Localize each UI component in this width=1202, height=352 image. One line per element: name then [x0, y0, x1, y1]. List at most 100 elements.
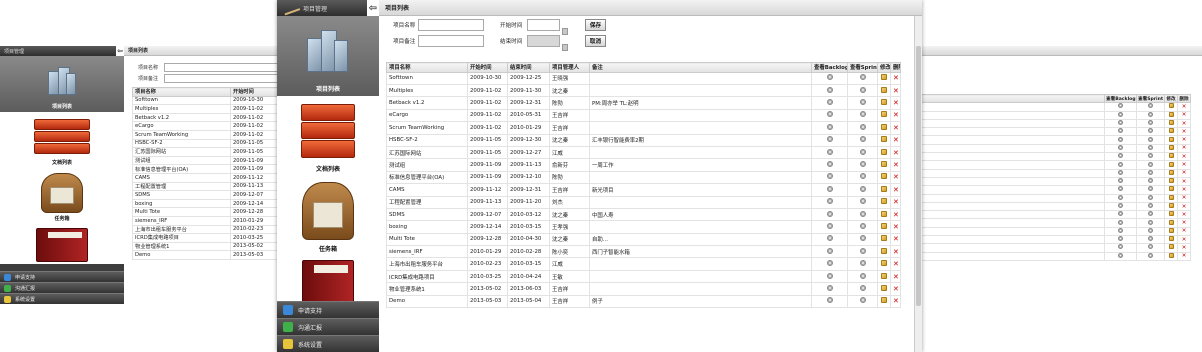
module-task-box[interactable]: 任务箱 — [0, 168, 124, 224]
view-backlog-icon[interactable] — [826, 284, 833, 291]
delete-icon[interactable]: ✕ — [1182, 195, 1187, 201]
view-sprint-icon[interactable] — [859, 111, 866, 118]
project-note-input[interactable] — [164, 74, 287, 83]
table-row[interactable]: ✕ — [918, 243, 1191, 253]
table-row[interactable]: Scrum TeamWorking 2009-11-02 — [132, 129, 283, 140]
view-sprint-icon[interactable] — [859, 161, 866, 168]
column-header[interactable]: 删除 — [1177, 93, 1191, 104]
table-row[interactable]: 标准信息管理平台(OA) 2009-11-09 — [132, 164, 283, 174]
table-row[interactable]: Softtown 2009-10-30 — [132, 95, 283, 106]
view-sprint-icon[interactable] — [1148, 244, 1153, 250]
view-sprint-icon[interactable] — [859, 284, 866, 291]
delete-icon[interactable]: ✕ — [893, 297, 899, 305]
edit-icon[interactable] — [881, 99, 887, 106]
module-project-list[interactable]: 项目列表 — [277, 16, 379, 96]
table-row[interactable]: ✕ — [918, 118, 1191, 129]
table-row[interactable]: Multi Tote 2009-12-28 2010-04-30 沈之秦 自助... ✕ — [386, 232, 901, 247]
view-backlog-icon[interactable] — [826, 111, 833, 118]
nav-support[interactable]: 申请支持 — [277, 301, 379, 318]
table-row[interactable]: siemens_IRF 2010-01-29 2010-02-28 陈小奕 西门子智能水… — [386, 245, 901, 259]
delete-icon[interactable]: ✕ — [1182, 237, 1187, 243]
scroll-thumb[interactable] — [916, 46, 921, 306]
view-sprint-icon[interactable] — [859, 235, 866, 242]
delete-icon[interactable]: ✕ — [893, 273, 899, 281]
delete-icon[interactable]: ✕ — [1182, 112, 1187, 118]
delete-icon[interactable]: ✕ — [893, 161, 899, 169]
table-row[interactable]: HSBC-SF-2 2009-11-05 — [132, 138, 283, 149]
table-row[interactable]: Softtown 2009-10-30 2009-12-25 王晓强 ✕ — [386, 71, 901, 86]
view-sprint-icon[interactable] — [1148, 170, 1153, 175]
edit-icon[interactable] — [881, 272, 887, 279]
view-backlog-icon[interactable] — [826, 74, 833, 81]
table-row[interactable]: ✕ — [918, 218, 1191, 228]
column-header[interactable]: 查看Backlog — [811, 62, 848, 73]
delete-icon[interactable]: ✕ — [1182, 137, 1187, 143]
table-row[interactable]: ✕ — [918, 226, 1191, 237]
view-backlog-icon[interactable] — [826, 210, 833, 217]
delete-icon[interactable]: ✕ — [1182, 204, 1187, 210]
delete-icon[interactable]: ✕ — [893, 198, 899, 206]
edit-icon[interactable] — [1168, 203, 1174, 208]
table-row[interactable]: 汇苏国际网站 2009-11-05 — [132, 147, 283, 157]
view-backlog-icon[interactable] — [1118, 145, 1123, 150]
delete-icon[interactable]: ✕ — [893, 149, 899, 157]
delete-icon[interactable]: ✕ — [893, 173, 899, 181]
view-sprint-icon[interactable] — [859, 173, 866, 180]
delete-icon[interactable]: ✕ — [1182, 145, 1187, 151]
view-backlog-icon[interactable] — [826, 161, 833, 168]
view-backlog-icon[interactable] — [1118, 203, 1123, 208]
view-backlog-icon[interactable] — [1118, 236, 1123, 242]
table-row[interactable]: ✕ — [918, 110, 1191, 120]
nav-support[interactable]: 申请支持 — [0, 271, 124, 282]
table-row[interactable]: ✕ — [918, 143, 1191, 154]
edit-icon[interactable] — [881, 173, 887, 180]
delete-icon[interactable]: ✕ — [1182, 170, 1187, 176]
nav-report[interactable]: 沟通汇报 — [277, 318, 379, 335]
edit-icon[interactable] — [881, 148, 887, 155]
edit-icon[interactable] — [881, 222, 887, 229]
table-row[interactable]: 工程配置管理 2009-11-13 2009-11-20 刘杰 ✕ — [386, 195, 901, 209]
view-backlog-icon[interactable] — [1118, 112, 1123, 117]
delete-icon[interactable]: ✕ — [1182, 121, 1187, 127]
column-header[interactable]: 查看Sprint — [847, 62, 878, 73]
back-arrow-icon[interactable]: ⇦ — [367, 0, 379, 16]
view-sprint-icon[interactable] — [1148, 186, 1153, 192]
column-header[interactable]: 修改 — [877, 62, 891, 73]
table-row[interactable]: eCargo 2009-11-02 — [132, 121, 283, 131]
column-header[interactable]: 删除 — [890, 62, 901, 73]
table-row[interactable]: ✕ — [918, 152, 1191, 162]
delete-icon[interactable]: ✕ — [1182, 228, 1187, 234]
view-backlog-icon[interactable] — [826, 260, 833, 267]
view-sprint-icon[interactable] — [1148, 236, 1153, 242]
column-header[interactable]: 开始时间 — [467, 62, 508, 73]
view-sprint-icon[interactable] — [1148, 178, 1153, 184]
table-row[interactable]: boxing 2009-12-14 — [132, 198, 283, 209]
edit-icon[interactable] — [1168, 153, 1174, 159]
view-backlog-icon[interactable] — [826, 272, 833, 279]
view-backlog-icon[interactable] — [1118, 178, 1123, 184]
table-row[interactable]: Betback v1.2 2009-11-02 2009-12-31 陈勃 PM:周亦举… — [386, 96, 901, 110]
delete-icon[interactable]: ✕ — [1182, 179, 1187, 185]
column-header[interactable]: 开始时间 — [230, 87, 283, 97]
view-backlog-icon[interactable] — [826, 235, 833, 242]
view-backlog-icon[interactable] — [826, 297, 833, 304]
table-row[interactable]: ✕ — [918, 193, 1191, 203]
column-header[interactable]: 查看Sprint — [1136, 93, 1165, 104]
delete-icon[interactable]: ✕ — [893, 124, 899, 132]
delete-icon[interactable]: ✕ — [893, 211, 899, 219]
nav-settings[interactable]: 系统设置 — [277, 335, 379, 352]
edit-icon[interactable] — [1168, 161, 1174, 167]
edit-icon[interactable] — [881, 260, 887, 267]
table-row[interactable]: Demo 2013-05-03 — [132, 250, 283, 260]
view-sprint-icon[interactable] — [1148, 103, 1153, 109]
view-sprint-icon[interactable] — [1148, 128, 1153, 134]
view-backlog-icon[interactable] — [1118, 219, 1123, 225]
view-backlog-icon[interactable] — [1118, 128, 1123, 134]
view-sprint-icon[interactable] — [859, 247, 866, 254]
view-backlog-icon[interactable] — [826, 148, 833, 155]
table-row[interactable]: Betback v1.2 2009-11-02 — [132, 112, 283, 123]
table-row[interactable]: ✕ — [918, 127, 1191, 137]
delete-icon[interactable]: ✕ — [1182, 129, 1187, 135]
table-row[interactable]: Multiples 2009-11-02 — [132, 104, 283, 114]
view-backlog-icon[interactable] — [826, 222, 833, 229]
